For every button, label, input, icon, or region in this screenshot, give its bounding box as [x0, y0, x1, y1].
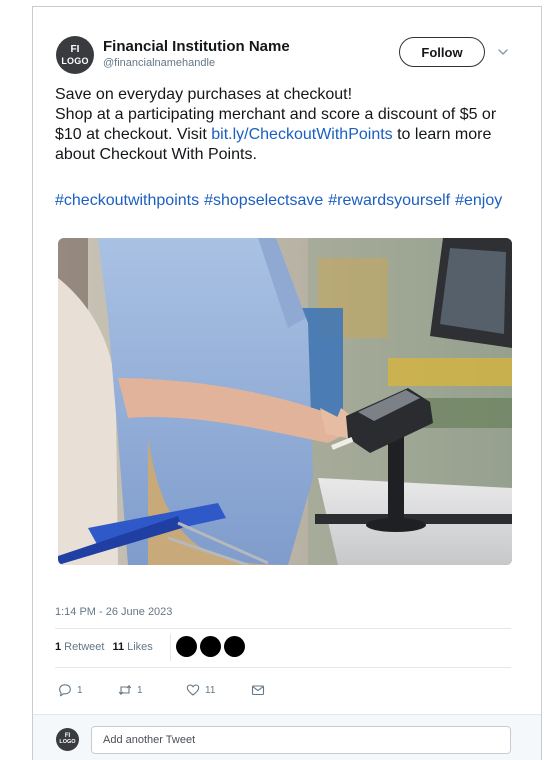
tweet-timestamp[interactable]: 1:14 PM - 26 June 2023 [55, 606, 172, 618]
tweet-stats: 1 Retweet 11 Likes [55, 641, 153, 653]
hashtag-link[interactable]: #rewardsyourself [328, 192, 450, 209]
liker-avatar[interactable] [200, 636, 221, 657]
avatar[interactable]: FI LOGO [56, 728, 79, 751]
like-button[interactable]: 11 [186, 683, 215, 697]
divider [55, 628, 511, 629]
avatar-text-line2: LOGO [61, 55, 89, 66]
liker-avatar[interactable] [224, 636, 245, 657]
retweet-count: 1 [55, 641, 62, 653]
reply-input[interactable] [91, 726, 511, 754]
like-count-action: 11 [205, 684, 216, 696]
tweet-line-segment: to learn more [392, 126, 492, 143]
reply-button[interactable]: 1 [58, 683, 83, 697]
liker-avatar[interactable] [176, 636, 197, 657]
envelope-icon [251, 685, 265, 696]
tweet-line: $10 at checkout. Visit bit.ly/CheckoutWi… [55, 125, 539, 145]
avatar-text-line1: FI [70, 43, 80, 55]
tweet-line: Shop at a participating merchant and sco… [55, 106, 497, 123]
divider [55, 667, 511, 668]
liker-avatars [176, 636, 248, 657]
heart-icon [186, 684, 200, 696]
tweet-link[interactable]: bit.ly/CheckoutWithPoints [211, 126, 392, 143]
like-count: 11 [112, 641, 125, 653]
reply-bar: FI LOGO [33, 714, 541, 760]
tweet-line-segment: $10 at checkout. Visit [55, 126, 212, 143]
direct-message-button[interactable] [251, 683, 270, 697]
tweet-line: about Checkout With Points. [55, 146, 257, 163]
reply-count: 1 [77, 684, 83, 696]
reply-icon [59, 684, 71, 697]
tweet-line: Save on everyday purchases at checkout! [55, 86, 353, 103]
like-stat-label[interactable]: Likes [127, 641, 153, 653]
stats-divider [170, 634, 171, 661]
hashtag-list: #checkoutwithpoints #shopselectsave #rewar… [55, 192, 507, 210]
tweet-card: FI LOGO Financial Institution Name @fina… [32, 6, 542, 760]
retweet-stat-label[interactable]: Retweet [64, 641, 104, 653]
checkout-photo-illustration [58, 238, 512, 565]
account-handle[interactable]: @financialnamehandle [103, 57, 215, 69]
retweet-button[interactable]: 1 [118, 683, 143, 697]
account-name[interactable]: Financial Institution Name [103, 38, 290, 55]
hashtag-link[interactable]: #enjoy [455, 192, 502, 209]
retweet-icon [118, 684, 132, 696]
hashtag-link[interactable]: #checkoutwithpoints [55, 192, 199, 209]
tweet-photo[interactable] [58, 238, 512, 565]
hashtag-link[interactable]: #shopselectsave [204, 192, 323, 209]
follow-button[interactable]: Follow [399, 37, 485, 67]
avatar[interactable]: FI LOGO [56, 36, 94, 74]
chevron-down-icon[interactable] [496, 45, 510, 59]
tweet-text: Save on everyday purchases at checkout! … [55, 85, 539, 165]
avatar-text-line2: LOGO [59, 739, 76, 746]
retweet-count-action: 1 [137, 684, 143, 696]
